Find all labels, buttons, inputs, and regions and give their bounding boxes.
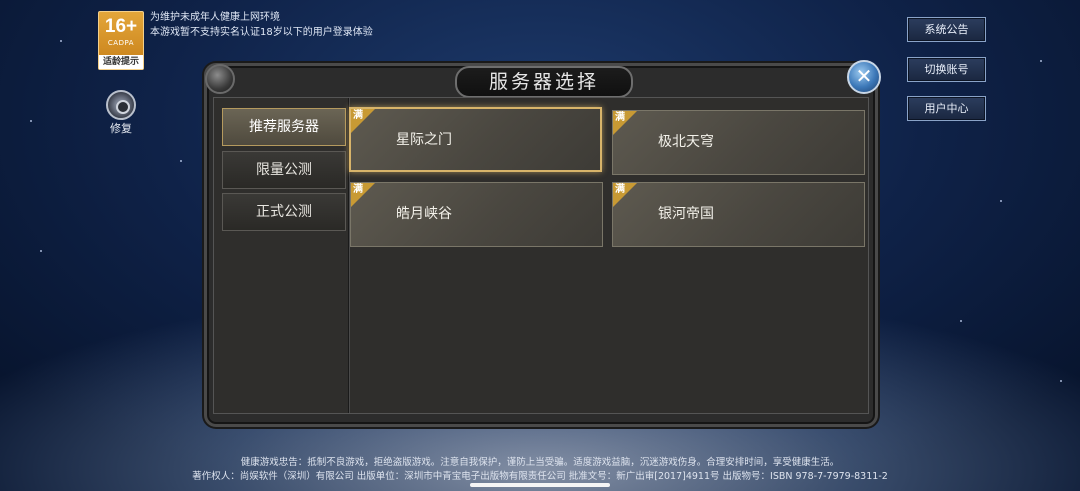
server-status: 满 — [353, 110, 363, 121]
panel-title: 服务器选择 — [455, 66, 633, 98]
system-notice-button[interactable]: 系统公告 — [907, 17, 986, 42]
copyright-line: 著作权人：尚娱软件（深圳）有限公司 出版单位：深圳市中青宝电子出版物有限责任公司… — [192, 471, 888, 482]
footer-notice: 健康游戏忠告：抵制不良游戏，拒绝盗版游戏。注意自我保护，谨防上当受骗。适度游戏益… — [0, 456, 1080, 484]
notice-line: 本游戏暂不支持实名认证18岁以下的用户登录体验 — [150, 27, 373, 38]
rating-org: CADPA — [107, 39, 135, 47]
user-center-button[interactable]: 用户中心 — [907, 96, 986, 121]
server-card-haoyue[interactable]: 满 皓月峡谷 — [350, 182, 603, 247]
notice-line: 为维护未成年人健康上网环境 — [150, 12, 280, 23]
minor-notice: 为维护未成年人健康上网环境 本游戏暂不支持实名认证18岁以下的用户登录体验 — [150, 10, 373, 40]
tab-official-beta[interactable]: 正式公测 — [222, 193, 346, 231]
server-name: 银河帝国 — [658, 206, 714, 222]
server-status: 满 — [353, 184, 363, 195]
gear-icon — [106, 90, 136, 120]
server-name: 星际之门 — [396, 132, 452, 148]
repair-label: 修复 — [110, 122, 132, 135]
server-card-jibei[interactable]: 满 极北天穹 — [612, 110, 865, 175]
server-status: 满 — [615, 184, 625, 195]
server-status: 满 — [615, 112, 625, 123]
age-tip: 适龄提示 — [99, 55, 143, 69]
age-rating-badge: 16+ CADPA 适龄提示 — [98, 11, 144, 70]
panel-corner-orb — [205, 64, 235, 94]
server-card-yinhe[interactable]: 满 银河帝国 — [612, 182, 865, 247]
tab-recommended-servers[interactable]: 推荐服务器 — [222, 108, 346, 146]
panel-content: 推荐服务器 限量公测 正式公测 满 星际之门 满 极北天穹 满 皓月峡谷 满 银… — [213, 97, 869, 414]
server-name: 皓月峡谷 — [396, 206, 452, 222]
home-indicator[interactable] — [470, 483, 610, 487]
server-select-panel: 服务器选择 ✕ 推荐服务器 限量公测 正式公测 满 星际之门 满 极北天穹 满 … — [204, 60, 881, 427]
repair-button[interactable]: 修复 — [104, 90, 138, 136]
tab-limited-beta[interactable]: 限量公测 — [222, 151, 346, 189]
age-rating: 16+ — [104, 16, 138, 37]
health-advisory: 健康游戏忠告：抵制不良游戏，拒绝盗版游戏。注意自我保护，谨防上当受骗。适度游戏益… — [240, 457, 840, 468]
close-button[interactable]: ✕ — [847, 60, 881, 94]
server-name: 极北天穹 — [658, 134, 714, 150]
server-card-xingji[interactable]: 满 星际之门 — [349, 107, 602, 172]
switch-account-button[interactable]: 切换账号 — [907, 57, 986, 82]
